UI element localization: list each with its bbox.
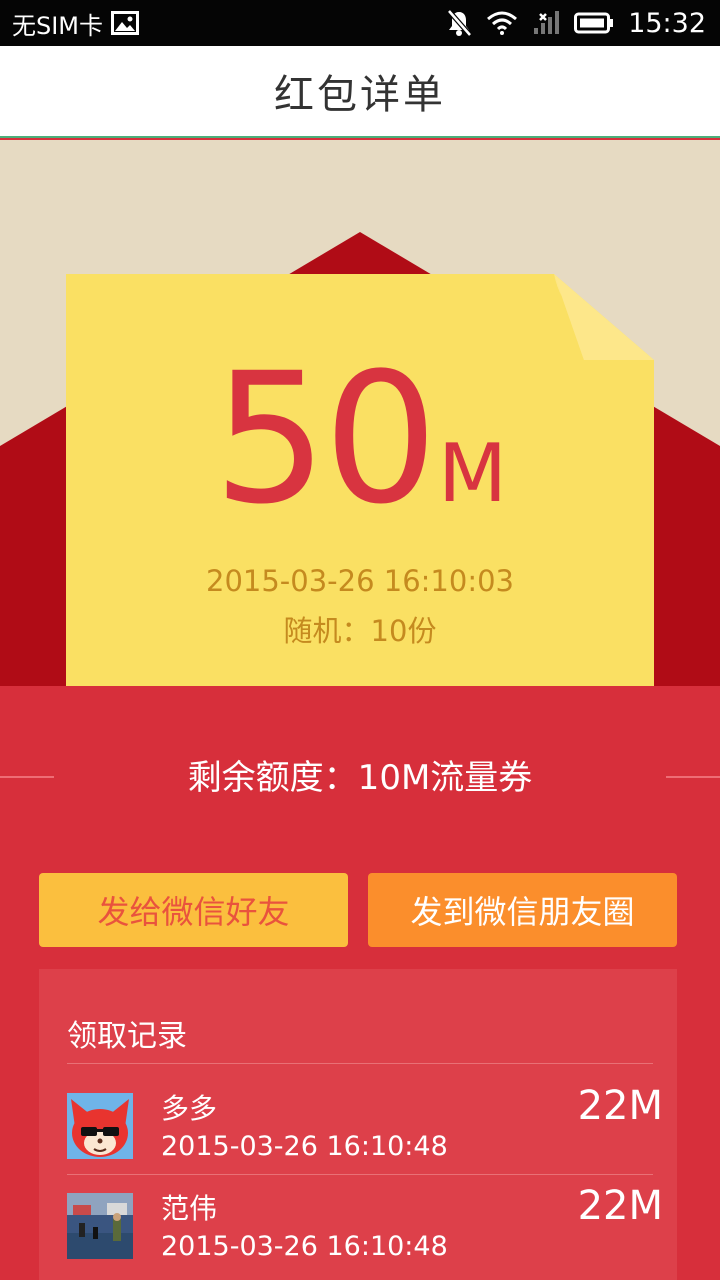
carrier-label: 无SIM卡 xyxy=(12,11,104,40)
record-time: 2015-03-26 16:10:48 xyxy=(161,1231,448,1262)
list-item[interactable]: 多多 2015-03-26 16:10:48 22M xyxy=(39,1075,677,1175)
photo-avatar-icon xyxy=(67,1193,133,1259)
page-title: 红包详单 xyxy=(274,72,446,118)
avatar xyxy=(67,1093,133,1159)
red-packet-card: 50M 2015-03-26 16:10:03 随机：10份 xyxy=(66,274,654,686)
packet-amount: 50M xyxy=(66,340,654,540)
status-right: 15:32 xyxy=(446,6,706,40)
records-title: 领取记录 xyxy=(67,1019,187,1054)
no-signal-icon xyxy=(532,10,560,36)
battery-icon xyxy=(574,12,614,34)
record-time: 2015-03-26 16:10:48 xyxy=(161,1131,448,1162)
avatar xyxy=(67,1193,133,1259)
status-bar: 无SIM卡 15:32 xyxy=(0,0,720,46)
send-to-moments-button[interactable]: 发到微信朋友圈 xyxy=(368,873,677,947)
claim-records-panel: 领取记录 多多 2015-03-26 16:10:48 22M 范伟 2015-… xyxy=(39,969,677,1280)
status-left: 无SIM卡 xyxy=(12,6,140,40)
remaining-quota: 剩余额度：10M流量券 xyxy=(187,758,533,798)
record-amount: 22M xyxy=(577,1183,663,1229)
record-name: 多多 xyxy=(161,1092,218,1125)
notifications-off-icon xyxy=(446,9,473,37)
list-item[interactable]: 范伟 2015-03-26 16:10:48 22M xyxy=(39,1175,677,1275)
title-bar: 红包详单 xyxy=(0,46,720,138)
record-amount: 22M xyxy=(577,1083,663,1129)
packet-share-info: 随机：10份 xyxy=(283,614,437,648)
amount-unit: M xyxy=(438,427,508,520)
image-icon xyxy=(111,11,140,35)
amount-value: 50 xyxy=(212,335,438,544)
send-to-friend-button[interactable]: 发给微信好友 xyxy=(39,873,348,947)
records-divider xyxy=(67,1063,653,1064)
fox-avatar-icon xyxy=(67,1093,133,1159)
wifi-icon xyxy=(486,11,518,35)
record-name: 范伟 xyxy=(161,1192,218,1225)
packet-date: 2015-03-26 16:10:03 xyxy=(206,564,514,598)
clock: 15:32 xyxy=(628,7,706,39)
